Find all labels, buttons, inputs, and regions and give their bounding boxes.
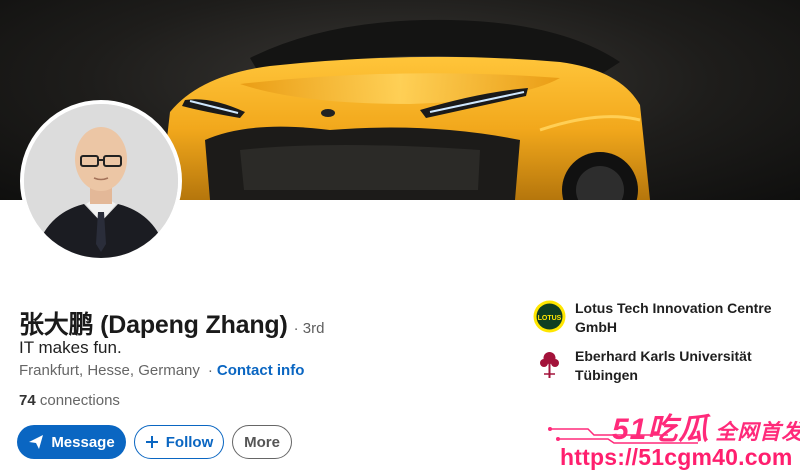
company-name: Lotus Tech Innovation Centre GmbH [575, 300, 772, 335]
more-button[interactable]: More [232, 425, 292, 459]
watermark-url: https://51cgm40.com [560, 444, 793, 470]
send-icon [28, 434, 44, 450]
experience-item[interactable]: LOTUS Lotus Tech Innovation Centre GmbH [533, 299, 800, 337]
connections-number: 74 [19, 392, 36, 409]
school-name: Eberhard Karls Universität Tübingen [575, 348, 752, 383]
watermark-brand: 51吃瓜 全网首发 [612, 404, 800, 448]
watermark-tagline: 全网首发 [715, 421, 800, 444]
connection-degree: · 3rd [293, 320, 325, 337]
follow-label: Follow [165, 433, 214, 451]
lotus-logo-icon: LOTUS [533, 300, 566, 333]
connections-count[interactable]: 74 connections [19, 392, 120, 409]
plus-icon [145, 435, 159, 449]
education-item[interactable]: Eberhard Karls Universität Tübingen [533, 347, 800, 385]
university-logo-icon [533, 348, 566, 381]
message-label: Message [51, 433, 115, 451]
separator-dot: · [207, 362, 213, 379]
profile-location: Frankfurt, Hesse, Germany [19, 362, 200, 379]
avatar-portrait [24, 104, 178, 258]
location-row: Frankfurt, Hesse, Germany · Contact info [19, 362, 304, 379]
follow-button[interactable]: Follow [134, 425, 224, 459]
message-button[interactable]: Message [17, 425, 126, 459]
name-row: 张大鹏 (Dapeng Zhang) · 3rd [19, 305, 324, 341]
profile-avatar[interactable] [20, 100, 182, 262]
more-label: More [244, 433, 280, 451]
profile-name: 张大鹏 (Dapeng Zhang) [19, 311, 288, 339]
contact-info-link[interactable]: Contact info [217, 362, 305, 379]
connections-label: connections [39, 392, 120, 409]
svg-text:LOTUS: LOTUS [538, 315, 562, 322]
profile-headline: IT makes fun. [19, 338, 122, 357]
watermark-brand-text: 51吃瓜 [612, 413, 710, 446]
